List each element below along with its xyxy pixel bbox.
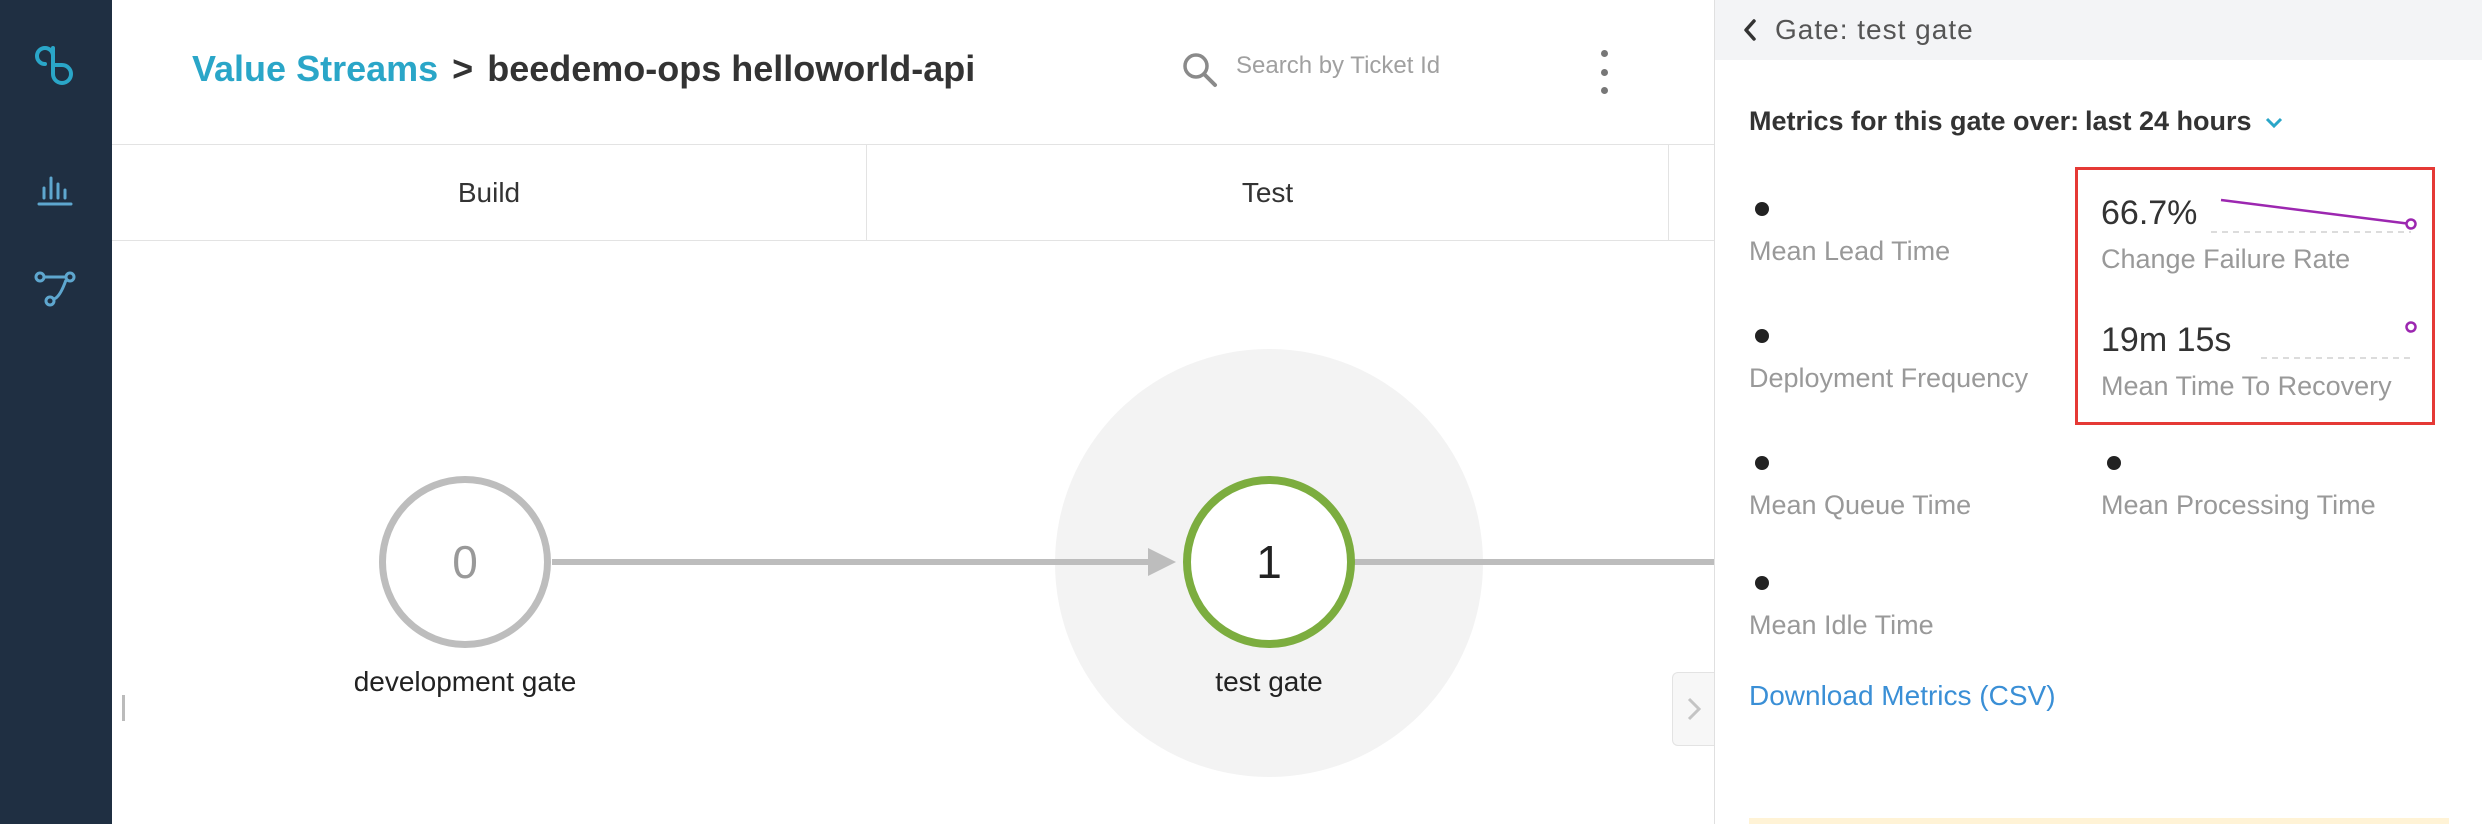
metric-bullet xyxy=(1755,329,1769,343)
breadcrumb-value-streams-link[interactable]: Value Streams xyxy=(192,48,438,89)
metric-bullet xyxy=(1755,456,1769,470)
value-stream-icon[interactable] xyxy=(31,264,79,312)
page-header: Value Streams > beedemo-ops helloworld-a… xyxy=(112,0,1714,145)
breadcrumb-separator: > xyxy=(452,48,474,89)
stage-build[interactable]: Build xyxy=(112,145,867,241)
metric-bullet xyxy=(1755,576,1769,590)
bar-chart-icon[interactable] xyxy=(31,164,79,212)
gate-label: development gate xyxy=(353,666,577,697)
metric-label: Deployment Frequency xyxy=(1749,363,2029,393)
metric-label: Mean Processing Time xyxy=(2101,490,2376,520)
metric-label: Mean Lead Time xyxy=(1749,236,1951,266)
gate-label: test gate xyxy=(1215,666,1323,697)
breadcrumb: Value Streams > beedemo-ops helloworld-a… xyxy=(192,48,975,90)
gate-count: 1 xyxy=(1256,536,1282,588)
panel-header: Gate: test gate xyxy=(1715,0,2482,60)
gate-development[interactable]: 0 xyxy=(379,476,551,648)
search-input[interactable] xyxy=(1236,52,1476,80)
gate-count: 0 xyxy=(452,536,478,588)
highlight-box xyxy=(2075,167,2435,425)
metric-bullet xyxy=(1755,202,1769,216)
arrow-head xyxy=(1148,548,1176,576)
more-options-icon[interactable] xyxy=(1592,50,1616,94)
back-chevron-icon[interactable] xyxy=(1735,14,1765,46)
gate-connector xyxy=(1352,559,1714,565)
chevron-down-icon xyxy=(2266,117,2283,128)
metric-bullet xyxy=(2107,456,2121,470)
metrics-period-label: Metrics for this gate over: xyxy=(1749,106,2080,136)
download-metrics-csv-link[interactable]: Download Metrics (CSV) xyxy=(1749,680,2056,712)
ticket-search xyxy=(1180,46,1480,94)
metric-label: Mean Idle Time xyxy=(1749,610,1934,640)
gate-test[interactable]: 1 xyxy=(1183,476,1355,648)
breadcrumb-current: beedemo-ops helloworld-api xyxy=(487,48,976,89)
stage-test[interactable]: Test xyxy=(867,145,1669,241)
scroll-edge-marker xyxy=(122,695,125,721)
panel-footer-notice xyxy=(1749,818,2449,824)
main-area: Value Streams > beedemo-ops helloworld-a… xyxy=(112,0,1714,824)
value-stream-canvas: 0 development gate 1 test gate xyxy=(112,241,1714,824)
search-icon xyxy=(1183,53,1217,87)
collapse-panel-tab[interactable] xyxy=(1672,672,1714,746)
chevron-right-icon xyxy=(1687,697,1701,721)
metric-label: Mean Queue Time xyxy=(1749,490,1972,520)
gate-details-panel: Gate: test gate Metrics for this gate ov… xyxy=(1714,0,2482,824)
gate-connector xyxy=(640,559,1152,565)
panel-title: Gate: test gate xyxy=(1775,14,1974,45)
nav-rail xyxy=(0,0,112,824)
time-range-select[interactable]: last 24 hours xyxy=(2085,106,2283,137)
cloudbees-logo-icon[interactable] xyxy=(31,42,79,90)
stage-header-row: Build Test xyxy=(112,145,1714,241)
time-range-value: last 24 hours xyxy=(2085,106,2252,136)
